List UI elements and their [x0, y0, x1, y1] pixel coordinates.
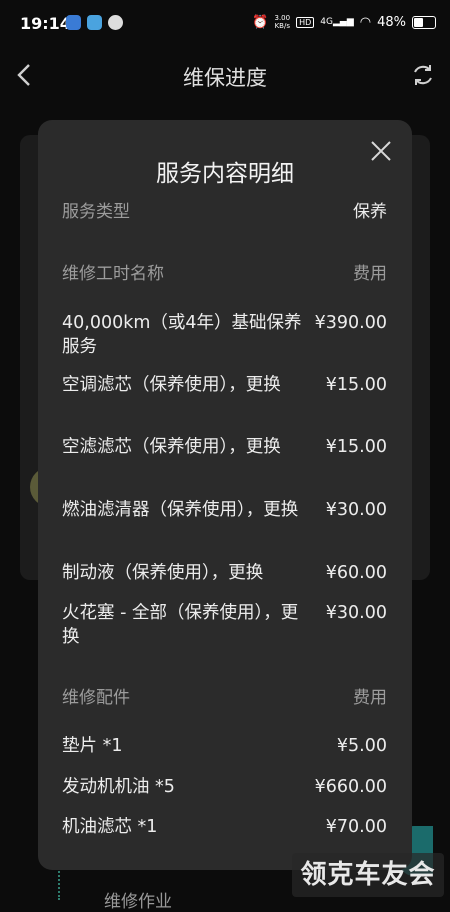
part-item: 发动机机油 *5 ¥660.00	[62, 775, 387, 799]
labor-item: 火花塞 - 全部（保养使用），更换 ¥30.00	[62, 601, 387, 649]
part-item-name: 机油滤芯 *1	[62, 817, 158, 837]
wifi-icon: ◠	[359, 14, 372, 30]
service-type-label: 服务类型	[62, 202, 130, 222]
app-notification-icon	[108, 15, 123, 30]
labor-item-price: ¥60.00	[325, 563, 387, 583]
battery-icon	[412, 15, 436, 29]
app-notification-icon	[87, 15, 102, 30]
labor-item-name: 40,000km（或4年）基础保养服务	[62, 313, 302, 357]
labor-item-name: 空滤滤芯（保养使用），更换	[62, 437, 281, 457]
hd-icon: HD	[296, 16, 315, 28]
close-icon[interactable]	[370, 140, 392, 162]
parts-header: 维修配件	[62, 688, 130, 708]
parts-header-row: 维修配件 费用	[62, 686, 387, 710]
labor-item: 燃油滤清器（保养使用），更换 ¥30.00	[62, 498, 387, 522]
parts-fee-header: 费用	[353, 688, 387, 708]
labor-fee-header: 费用	[353, 264, 387, 284]
signal-icon: 4G▂▄▆	[320, 17, 354, 27]
status-bar: 19:14 ⏰ 3.00 KB/s HD 4G▂▄▆ ◠ 48%	[0, 0, 450, 48]
status-time: 19:14	[20, 14, 71, 33]
labor-item-price: ¥390.00	[314, 313, 387, 333]
timeline-connector	[58, 868, 60, 900]
app-notification-icon	[66, 15, 81, 30]
modal-title: 服务内容明细	[156, 161, 294, 187]
alarm-icon: ⏰	[252, 14, 269, 30]
page-header: 维保进度	[0, 52, 450, 100]
labor-item: 制动液（保养使用），更换 ¥60.00	[62, 561, 387, 585]
page-title: 维保进度	[183, 66, 267, 90]
labor-item: 空调滤芯（保养使用），更换 ¥15.00	[62, 373, 387, 397]
labor-item-name: 空调滤芯（保养使用），更换	[62, 375, 281, 395]
labor-item-price: ¥30.00	[325, 603, 387, 623]
labor-item-price: ¥30.00	[325, 500, 387, 520]
part-item-price: ¥70.00	[325, 817, 387, 837]
notification-icons	[66, 15, 123, 30]
service-detail-modal: 服务内容明细 服务类型 保养 维修工时名称 费用 40,000km（或4年）基础…	[38, 120, 412, 870]
labor-item: 40,000km（或4年）基础保养服务 ¥390.00	[62, 311, 387, 359]
part-item-price: ¥5.00	[336, 736, 387, 756]
part-item-name: 发动机机油 *5	[62, 777, 175, 797]
labor-item-name: 制动液（保养使用），更换	[62, 563, 264, 583]
part-item: 垫片 *1 ¥5.00	[62, 734, 387, 758]
status-right: ⏰ 3.00 KB/s HD 4G▂▄▆ ◠ 48%	[252, 14, 436, 30]
network-speed: 3.00 KB/s	[274, 14, 291, 30]
labor-header-row: 维修工时名称 费用	[62, 262, 387, 286]
battery-text: 48%	[377, 14, 406, 30]
service-type-value: 保养	[353, 202, 387, 222]
labor-item: 空滤滤芯（保养使用），更换 ¥15.00	[62, 435, 387, 459]
labor-item-name: 燃油滤清器（保养使用），更换	[62, 500, 299, 520]
labor-item-name: 火花塞 - 全部（保养使用），更换	[62, 603, 299, 647]
part-item: 机油滤芯 *1 ¥70.00	[62, 815, 387, 839]
labor-item-price: ¥15.00	[325, 437, 387, 457]
labor-header: 维修工时名称	[62, 264, 164, 284]
part-item-name: 垫片 *1	[62, 736, 123, 756]
service-type-row: 服务类型 保养	[62, 200, 387, 224]
part-item-price: ¥660.00	[314, 777, 387, 797]
labor-item-price: ¥15.00	[325, 375, 387, 395]
watermark-logo: 领克车友会	[292, 853, 444, 897]
refresh-icon[interactable]	[410, 62, 436, 88]
